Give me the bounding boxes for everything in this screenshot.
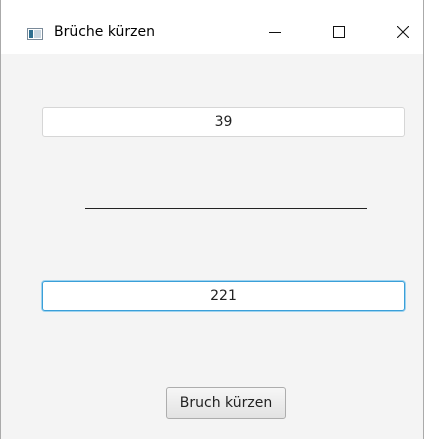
- fraction-line: [85, 208, 367, 209]
- close-button[interactable]: [380, 17, 424, 47]
- app-window: Brüche kürzen 39 221 Bruch kürzen: [0, 0, 424, 439]
- title-bar[interactable]: Brüche kürzen: [1, 0, 423, 54]
- window-title: Brüche kürzen: [54, 24, 156, 40]
- denominator-input[interactable]: [42, 281, 405, 311]
- close-icon: [396, 23, 410, 42]
- maximize-button[interactable]: [316, 17, 362, 47]
- minimize-icon: [269, 23, 281, 42]
- numerator-input[interactable]: [42, 107, 405, 137]
- maximize-icon: [333, 23, 345, 42]
- window-app-icon: [27, 25, 43, 40]
- reduce-fraction-button[interactable]: Bruch kürzen: [166, 387, 286, 419]
- minimize-button[interactable]: [252, 17, 298, 47]
